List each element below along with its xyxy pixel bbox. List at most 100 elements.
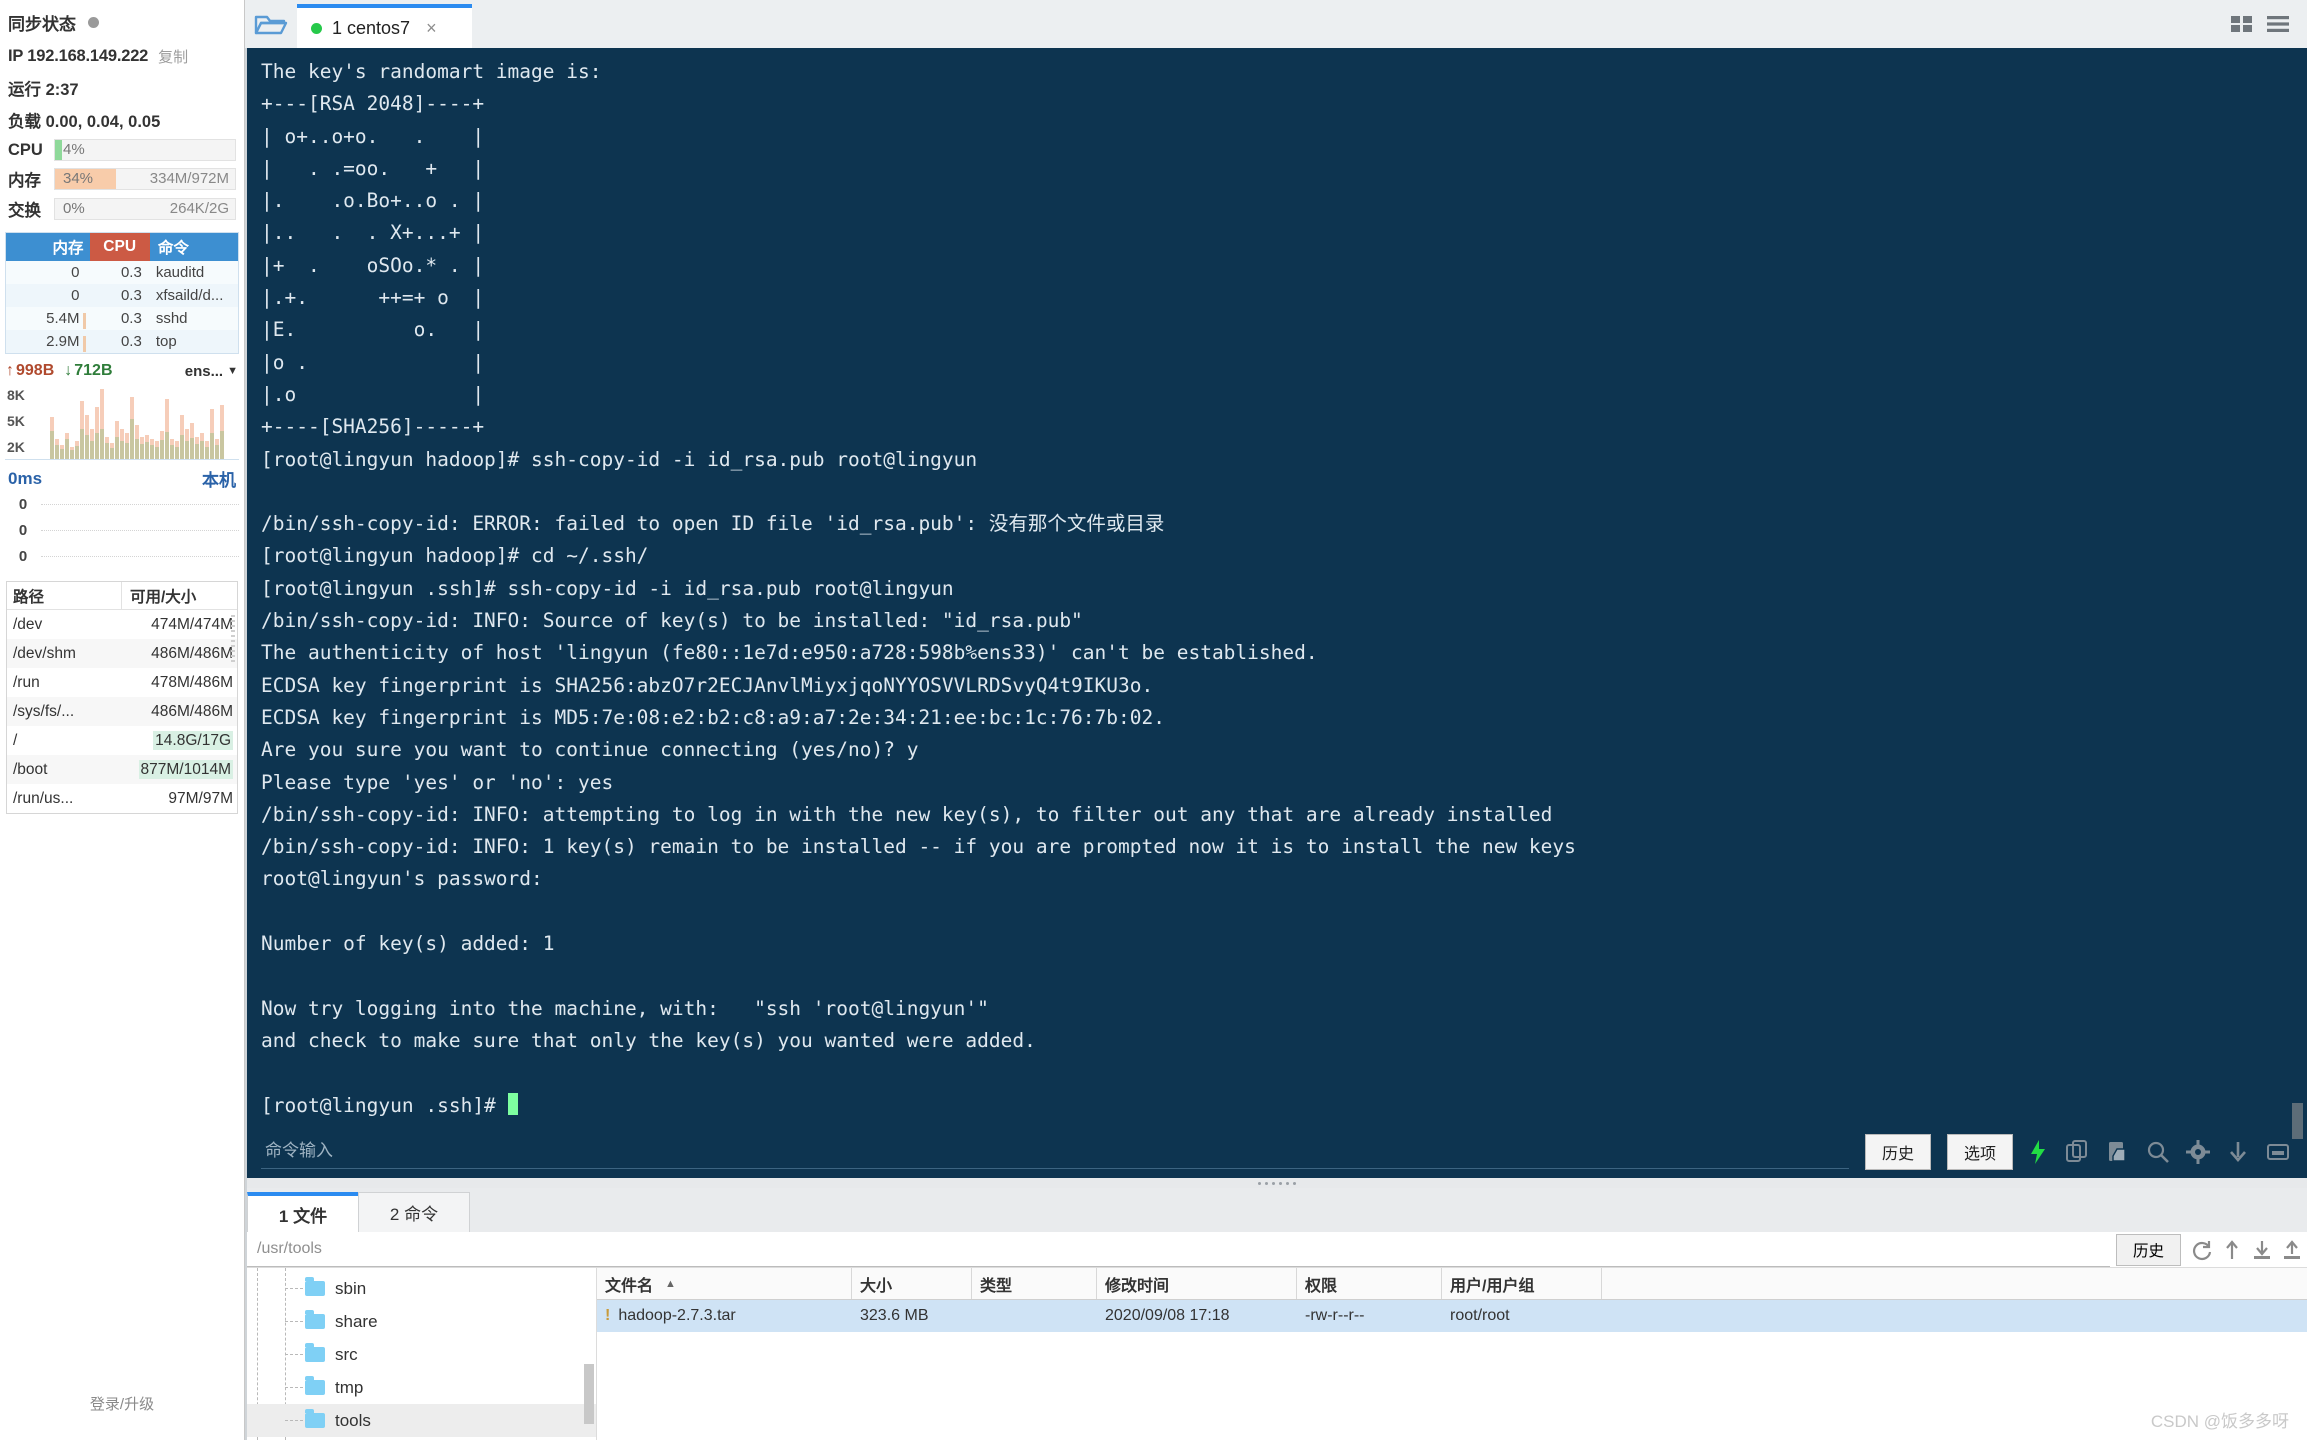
disk-col-size[interactable]: 可用/大小: [122, 585, 237, 607]
process-col-command[interactable]: 命令: [149, 233, 238, 261]
process-col-memory[interactable]: 内存: [6, 233, 90, 261]
disk-table-scrollbar[interactable]: [230, 612, 236, 732]
tree-node[interactable]: tmp: [247, 1371, 596, 1404]
refresh-icon[interactable]: [2187, 1235, 2217, 1265]
disk-row[interactable]: /boot 877M/1014M: [7, 755, 237, 784]
memory-meter-percent: 34%: [63, 170, 94, 187]
swap-meter: 0% 264K/2G: [54, 198, 236, 220]
paste-icon[interactable]: [2103, 1137, 2133, 1167]
cpu-meter: 4%: [54, 139, 236, 161]
archive-icon: !: [605, 1307, 611, 1324]
network-interface-label: ens...: [184, 362, 224, 380]
memory-meter-row: 内存 34% 334M/972M: [0, 164, 244, 194]
tab-commands[interactable]: 2 命令: [358, 1192, 470, 1232]
grid-view-icon[interactable]: [2231, 15, 2253, 38]
disk-usage-table: 路径 可用/大小 /dev 474M/474M/dev/shm 486M/486M /…: [6, 581, 238, 814]
cpu-meter-percent: 4%: [63, 141, 85, 158]
network-bar: [170, 439, 174, 459]
terminal-history-button[interactable]: 历史: [1864, 1134, 1931, 1170]
tree-scrollbar[interactable]: [584, 1364, 594, 1424]
gear-icon[interactable]: [2183, 1137, 2213, 1167]
network-stats-row: 998B 712B ens... ▼: [0, 354, 244, 382]
disk-path: /: [13, 731, 18, 749]
network-bar: [85, 415, 89, 459]
sync-status-indicator: [88, 17, 99, 28]
process-memory: 5.4M: [6, 310, 90, 329]
network-bar: [105, 437, 109, 459]
disk-col-path[interactable]: 路径: [7, 582, 122, 609]
tree-node[interactable]: sbin: [247, 1272, 596, 1305]
file-col-permissions[interactable]: 权限: [1297, 1268, 1442, 1299]
upload-icon[interactable]: [2277, 1235, 2307, 1265]
network-bar: [155, 441, 159, 459]
network-bar: [90, 429, 94, 459]
disk-row[interactable]: /run 478M/486M: [7, 668, 237, 697]
tab-files[interactable]: 1 文件: [247, 1192, 359, 1232]
latency-row: 0ms 本机: [0, 460, 244, 491]
session-tab-centos7[interactable]: 1 centos7 ×: [297, 4, 472, 48]
network-bar: [140, 437, 144, 459]
close-icon[interactable]: ×: [426, 18, 437, 39]
process-memory: 2.9M: [6, 333, 90, 352]
login-upgrade-button[interactable]: 登录/升级: [0, 1393, 244, 1414]
sort-ascending-icon: ▲: [665, 1277, 676, 1290]
network-bar: [175, 441, 179, 459]
directory-tree[interactable]: sbin share src tmp tools: [247, 1268, 597, 1440]
file-col-owner[interactable]: 用户/用户组: [1442, 1268, 1602, 1299]
disk-row[interactable]: /dev/shm 486M/486M: [7, 639, 237, 668]
file-col-mtime[interactable]: 修改时间: [1097, 1268, 1297, 1299]
up-directory-icon[interactable]: [2217, 1235, 2247, 1265]
copy-icon[interactable]: [2063, 1137, 2093, 1167]
file-manager-content: /usr/tools 历史 sbin share src tmp tools 文…: [247, 1232, 2307, 1440]
minimize-icon[interactable]: [2263, 1137, 2293, 1167]
disk-size: 877M/1014M: [138, 759, 233, 779]
process-row[interactable]: 0 0.3 xfsaild/d...: [6, 284, 238, 307]
open-folder-icon[interactable]: [245, 0, 297, 48]
network-bar: [180, 415, 184, 459]
process-row[interactable]: 5.4M 0.3 sshd: [6, 307, 238, 330]
sync-status-label: 同步状态: [8, 15, 76, 34]
tree-node[interactable]: share: [247, 1305, 596, 1338]
command-input[interactable]: 命令输入: [261, 1135, 1849, 1169]
network-ytick-1: 5K: [7, 413, 25, 429]
network-bar: [205, 441, 209, 459]
file-manager-panel: 1 文件 2 命令 /usr/tools 历史 sbin share src t…: [245, 1188, 2307, 1440]
lightning-icon[interactable]: [2023, 1137, 2053, 1167]
terminal-options-button[interactable]: 选项: [1946, 1134, 2013, 1170]
file-col-type[interactable]: 类型: [972, 1268, 1097, 1299]
disk-row[interactable]: /run/us... 97M/97M: [7, 784, 237, 813]
file-path-input[interactable]: /usr/tools: [247, 1232, 2110, 1267]
process-memory: 0: [71, 264, 80, 281]
network-bar: [150, 439, 154, 459]
cpu-meter-fill: [55, 140, 63, 160]
process-row[interactable]: 2.9M 0.3 top: [6, 330, 238, 353]
folder-icon: [305, 1376, 325, 1395]
search-icon[interactable]: [2143, 1137, 2173, 1167]
disk-path: /run: [13, 673, 40, 691]
tree-node[interactable]: tools: [247, 1404, 596, 1437]
file-col-size[interactable]: 大小: [852, 1268, 972, 1299]
disk-row[interactable]: /dev 474M/474M: [7, 610, 237, 639]
tree-node[interactable]: src: [247, 1338, 596, 1371]
process-cpu: 0.3: [120, 310, 142, 327]
file-col-name-label: 文件名: [605, 1277, 654, 1295]
copy-ip-button[interactable]: 复制: [158, 46, 188, 67]
disk-size: 486M/486M: [151, 644, 233, 662]
download-icon[interactable]: [2247, 1235, 2277, 1265]
tree-node-label: tmp: [335, 1377, 364, 1397]
disk-row[interactable]: / 14.8G/17G: [7, 726, 237, 755]
table-row[interactable]: ! hadoop-2.7.3.tar 323.6 MB 2020/09/08 17:1…: [597, 1300, 2307, 1332]
list-view-icon[interactable]: [2267, 15, 2289, 38]
file-history-button[interactable]: 历史: [2115, 1233, 2181, 1266]
network-bar: [215, 439, 219, 459]
disk-row[interactable]: /sys/fs/... 486M/486M: [7, 697, 237, 726]
download-icon[interactable]: [2223, 1137, 2253, 1167]
file-col-name[interactable]: 文件名 ▲: [597, 1268, 852, 1299]
network-interface-selector[interactable]: ens... ▼: [185, 363, 238, 380]
terminal-panel[interactable]: The key's randomart image is: +---[RSA 2…: [245, 48, 2307, 1178]
panel-splitter[interactable]: [245, 1178, 2307, 1188]
swap-meter-row: 交换 0% 264K/2G: [0, 194, 244, 224]
process-col-cpu[interactable]: CPU: [89, 233, 150, 261]
file-name: hadoop-2.7.3.tar: [618, 1307, 736, 1324]
process-row[interactable]: 0 0.3 kauditd: [6, 261, 238, 284]
